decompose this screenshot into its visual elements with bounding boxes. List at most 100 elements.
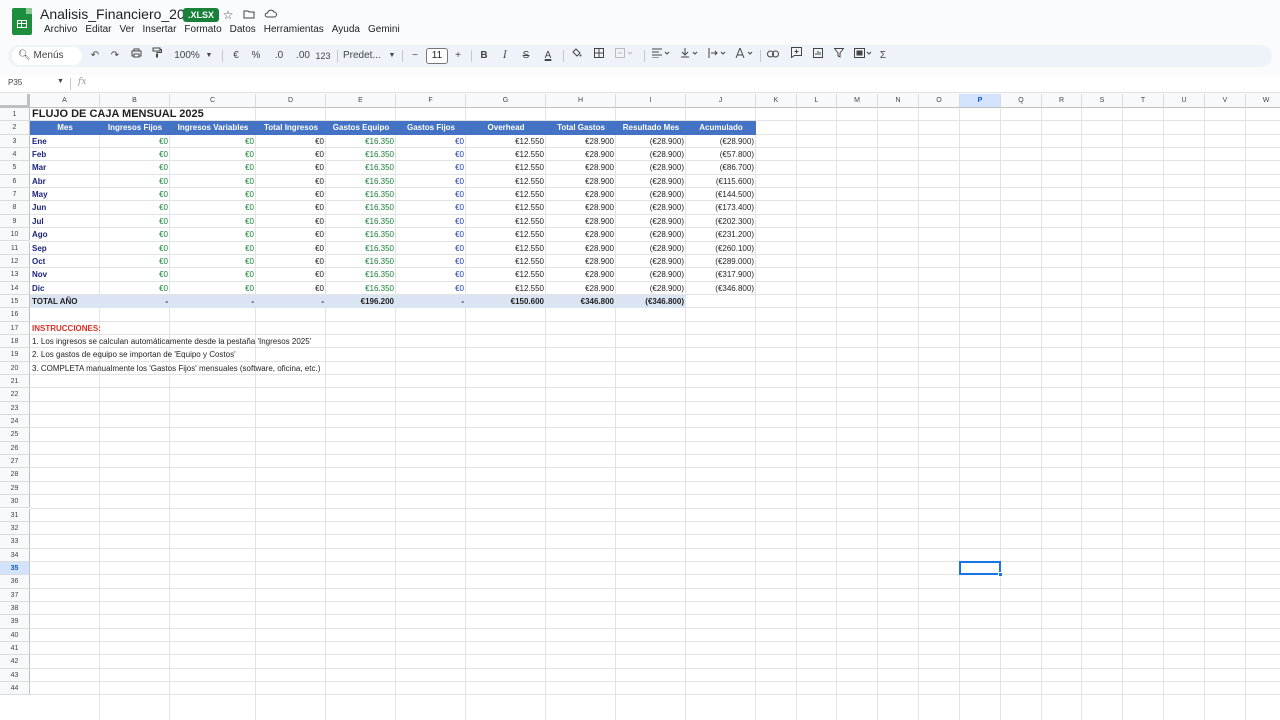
row-header-41[interactable]: 41 bbox=[0, 642, 30, 656]
table-cell[interactable]: €12.550 bbox=[466, 215, 546, 228]
table-cell[interactable]: (€28.900) bbox=[616, 135, 686, 148]
month-cell[interactable]: May bbox=[30, 188, 100, 201]
column-header-J[interactable]: J bbox=[686, 94, 756, 108]
table-cell[interactable]: €28.900 bbox=[546, 255, 616, 268]
table-cell[interactable]: €12.550 bbox=[466, 188, 546, 201]
table-cell[interactable]: €12.550 bbox=[466, 161, 546, 174]
column-header-R[interactable]: R bbox=[1042, 94, 1082, 108]
row-header-44[interactable]: 44 bbox=[0, 682, 30, 696]
table-cell[interactable]: €0 bbox=[100, 242, 170, 255]
total-row-cell[interactable]: €196.200 bbox=[326, 294, 396, 309]
table-cell[interactable]: €28.900 bbox=[546, 215, 616, 228]
menu-gemini[interactable]: Gemini bbox=[364, 24, 404, 36]
row-header-32[interactable]: 32 bbox=[0, 521, 30, 536]
table-cell[interactable]: €0 bbox=[256, 215, 326, 228]
month-cell[interactable]: Oct bbox=[30, 255, 100, 268]
horizontal-align-icon[interactable] bbox=[650, 45, 674, 67]
table-cell[interactable]: (€86.700) bbox=[686, 161, 756, 174]
table-cell[interactable]: €0 bbox=[256, 242, 326, 255]
currency-format-button[interactable]: € bbox=[230, 45, 242, 67]
month-cell[interactable]: Ene bbox=[30, 135, 100, 148]
table-cell[interactable]: €16.350 bbox=[326, 135, 396, 148]
row-header-5[interactable]: 5 bbox=[0, 161, 30, 175]
zoom-select[interactable]: 100% bbox=[172, 45, 202, 67]
table-cell[interactable]: (€28.900) bbox=[616, 161, 686, 174]
table-cell[interactable]: €0 bbox=[170, 161, 256, 174]
total-row-cell[interactable]: - bbox=[170, 294, 256, 309]
table-cell[interactable]: €0 bbox=[100, 175, 170, 188]
column-header-H[interactable]: H bbox=[546, 94, 616, 108]
row-header-27[interactable]: 27 bbox=[0, 455, 30, 469]
row-header-37[interactable]: 37 bbox=[0, 588, 30, 602]
row-header-12[interactable]: 12 bbox=[0, 254, 30, 269]
column-header-C[interactable]: C bbox=[170, 94, 256, 108]
table-cell[interactable]: (€289.000) bbox=[686, 255, 756, 268]
table-cell[interactable]: €28.900 bbox=[546, 135, 616, 148]
filter-views-icon[interactable] bbox=[852, 45, 876, 67]
table-cell[interactable]: €0 bbox=[256, 148, 326, 161]
paint-format-icon[interactable] bbox=[150, 45, 164, 67]
instruction-line[interactable]: 3. COMPLETA manualmente los 'Gastos Fijo… bbox=[30, 362, 466, 375]
table-header-cell[interactable]: Acumulado bbox=[686, 121, 756, 135]
row-header-13[interactable]: 13 bbox=[0, 268, 30, 282]
row-header-8[interactable]: 8 bbox=[0, 201, 30, 215]
instructions-title[interactable]: INSTRUCCIONES: bbox=[30, 322, 170, 335]
table-cell[interactable]: €0 bbox=[256, 201, 326, 214]
column-header-S[interactable]: S bbox=[1082, 94, 1123, 108]
table-cell[interactable]: €0 bbox=[396, 228, 466, 241]
table-cell[interactable]: (€260.100) bbox=[686, 242, 756, 255]
table-cell[interactable]: (€28.900) bbox=[616, 282, 686, 295]
table-cell[interactable]: (€28.900) bbox=[616, 215, 686, 228]
table-cell[interactable]: €0 bbox=[100, 255, 170, 268]
row-header-30[interactable]: 30 bbox=[0, 495, 30, 509]
month-cell[interactable]: Abr bbox=[30, 175, 100, 188]
menu-archivo[interactable]: Archivo bbox=[40, 24, 81, 36]
month-cell[interactable]: Jul bbox=[30, 215, 100, 228]
table-cell[interactable]: €0 bbox=[396, 282, 466, 295]
month-cell[interactable]: Jun bbox=[30, 201, 100, 214]
name-box[interactable]: P35 bbox=[8, 78, 22, 87]
instruction-line[interactable]: 2. Los gastos de equipo se importan de '… bbox=[30, 348, 466, 361]
row-header-38[interactable]: 38 bbox=[0, 601, 30, 616]
table-cell[interactable]: €16.350 bbox=[326, 148, 396, 161]
table-cell[interactable]: €28.900 bbox=[546, 242, 616, 255]
table-header-cell[interactable]: Mes bbox=[30, 121, 100, 135]
table-cell[interactable]: (€231.200) bbox=[686, 228, 756, 241]
table-cell[interactable]: (€317.900) bbox=[686, 268, 756, 281]
month-cell[interactable]: Dic bbox=[30, 282, 100, 295]
row-header-22[interactable]: 22 bbox=[0, 388, 30, 402]
table-header-cell[interactable]: Total Ingresos bbox=[256, 121, 326, 135]
table-cell[interactable]: €28.900 bbox=[546, 201, 616, 214]
column-header-D[interactable]: D bbox=[256, 94, 326, 108]
menu-ayuda[interactable]: Ayuda bbox=[328, 24, 364, 36]
month-cell[interactable]: Nov bbox=[30, 268, 100, 281]
table-cell[interactable]: €16.350 bbox=[326, 175, 396, 188]
merge-cells-icon[interactable] bbox=[613, 45, 635, 67]
column-header-P[interactable]: P bbox=[960, 94, 1001, 108]
row-header-39[interactable]: 39 bbox=[0, 615, 30, 629]
move-folder-icon[interactable] bbox=[242, 8, 256, 22]
bold-button[interactable]: B bbox=[478, 45, 490, 67]
decrease-decimals-button[interactable]: .0 bbox=[270, 45, 288, 67]
table-cell[interactable]: (€28.900) bbox=[616, 255, 686, 268]
table-cell[interactable]: €16.350 bbox=[326, 255, 396, 268]
number-format-button[interactable]: 123 bbox=[313, 45, 333, 67]
column-header-K[interactable]: K bbox=[756, 94, 797, 108]
table-cell[interactable]: €0 bbox=[100, 161, 170, 174]
table-cell[interactable]: €0 bbox=[396, 268, 466, 281]
table-cell[interactable]: €0 bbox=[396, 188, 466, 201]
table-cell[interactable]: €0 bbox=[396, 161, 466, 174]
sheets-logo-icon[interactable] bbox=[12, 8, 32, 35]
table-cell[interactable]: (€144.500) bbox=[686, 188, 756, 201]
table-cell[interactable]: €16.350 bbox=[326, 215, 396, 228]
table-cell[interactable]: (€346.800) bbox=[686, 282, 756, 295]
column-header-B[interactable]: B bbox=[100, 94, 170, 108]
table-cell[interactable]: €16.350 bbox=[326, 188, 396, 201]
table-cell[interactable]: €0 bbox=[170, 228, 256, 241]
table-cell[interactable]: €28.900 bbox=[546, 228, 616, 241]
table-cell[interactable]: €12.550 bbox=[466, 255, 546, 268]
fill-handle[interactable] bbox=[998, 572, 1003, 578]
column-header-W[interactable]: W bbox=[1246, 94, 1280, 108]
table-cell[interactable]: (€28.900) bbox=[616, 175, 686, 188]
table-cell[interactable]: €0 bbox=[396, 215, 466, 228]
